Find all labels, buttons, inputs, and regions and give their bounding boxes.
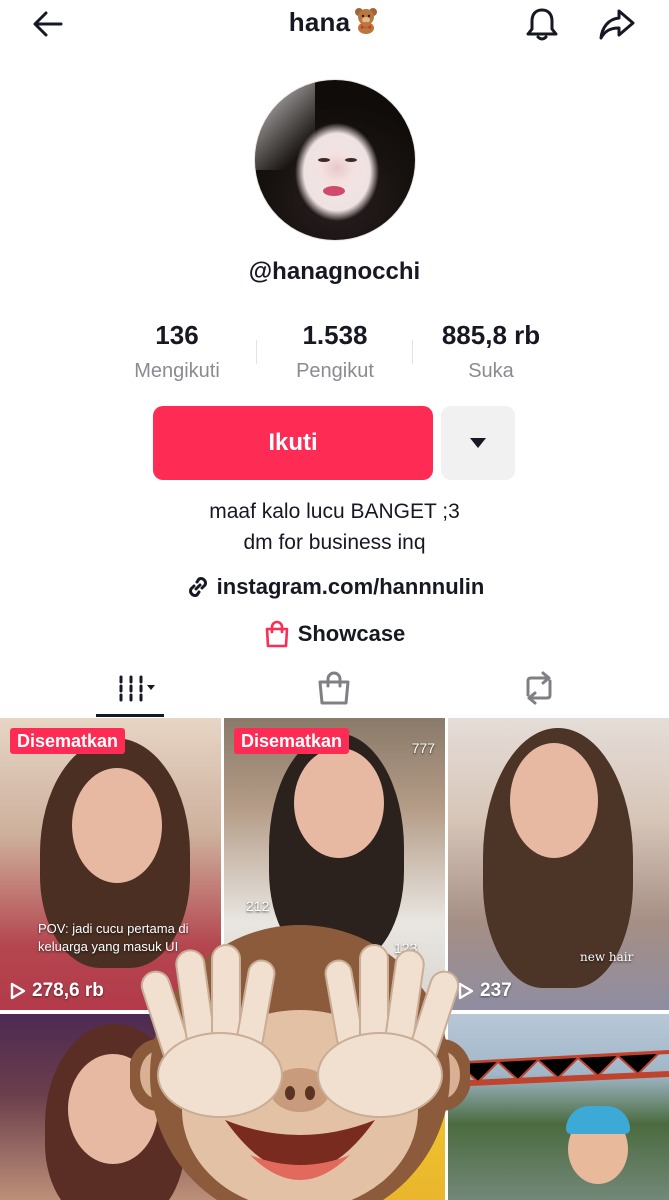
stat-label: Suka: [468, 360, 514, 382]
grid-icon: [119, 675, 155, 702]
bridge-graphic: [448, 1050, 669, 1087]
view-count-text: 237: [480, 980, 512, 1001]
profile-link-text: instagram.com/hannnulin: [216, 574, 485, 599]
avatar-eye: [318, 158, 330, 162]
see-no-evil-monkey-sticker: [130, 925, 470, 1200]
thumbnail-face: [510, 743, 598, 858]
tab-videos[interactable]: [96, 660, 164, 716]
profile-tabs: [0, 660, 669, 718]
follow-button[interactable]: Ikuti: [153, 406, 433, 480]
video-thumbnail[interactable]: new hair 237: [448, 718, 669, 1010]
thumbnail-face: [72, 768, 162, 883]
bio-line: dm for business inq: [243, 531, 426, 554]
notification-button[interactable]: [520, 2, 564, 46]
active-tab-indicator: [96, 714, 164, 717]
stat-value: 885,8 rb: [441, 320, 541, 350]
helmet-graphic: [566, 1106, 630, 1134]
profile-header: hana: [0, 0, 669, 50]
view-count-text: 278,6 rb: [32, 980, 104, 1001]
video-overlay-text: 777: [411, 740, 435, 756]
page-title: hana: [0, 6, 669, 41]
caret-down-icon: [470, 438, 486, 448]
pinned-badge: Disematkan: [234, 728, 350, 754]
stat-value: 136: [155, 320, 199, 350]
avatar-eye: [345, 158, 357, 162]
avatar-highlight: [255, 80, 315, 170]
username: @hanagnocchi: [248, 258, 421, 285]
bell-icon: [526, 8, 558, 41]
bio-line: maaf kalo lucu BANGET ;3: [209, 500, 460, 523]
play-icon: [10, 982, 26, 1000]
tab-shop[interactable]: [300, 660, 368, 716]
showcase-label: Showcase: [297, 621, 406, 646]
stat-likes[interactable]: 885,8 rb Suka: [411, 318, 571, 383]
avatar-lips: [323, 186, 345, 196]
video-overlay-text: new hair: [580, 950, 634, 964]
repost-icon: [526, 671, 552, 705]
link-icon: [188, 577, 207, 597]
stat-label: Pengikut: [296, 360, 374, 382]
pinned-badge: Disematkan: [10, 728, 126, 754]
avatar[interactable]: [254, 79, 416, 241]
share-button[interactable]: [595, 2, 639, 46]
shopping-bag-icon: [318, 671, 350, 705]
share-icon: [599, 9, 635, 40]
tab-reposts[interactable]: [505, 660, 573, 716]
stat-following[interactable]: 136 Mengikuti: [97, 318, 257, 383]
stat-value: 1.538: [302, 320, 368, 350]
shopping-bag-icon: [265, 620, 288, 648]
suggested-accounts-button[interactable]: [441, 406, 515, 480]
teddy-bear-icon: [352, 6, 380, 41]
view-count: 278,6 rb: [10, 980, 104, 1002]
showcase-link[interactable]: Showcase: [0, 618, 669, 650]
stat-followers[interactable]: 1.538 Pengikut: [255, 318, 415, 383]
stat-label: Mengikuti: [134, 360, 220, 382]
video-thumbnail[interactable]: [448, 1014, 669, 1200]
thumbnail-face: [294, 748, 384, 858]
profile-link[interactable]: instagram.com/hannnulin: [0, 572, 669, 602]
profile-name: hana: [288, 7, 351, 37]
